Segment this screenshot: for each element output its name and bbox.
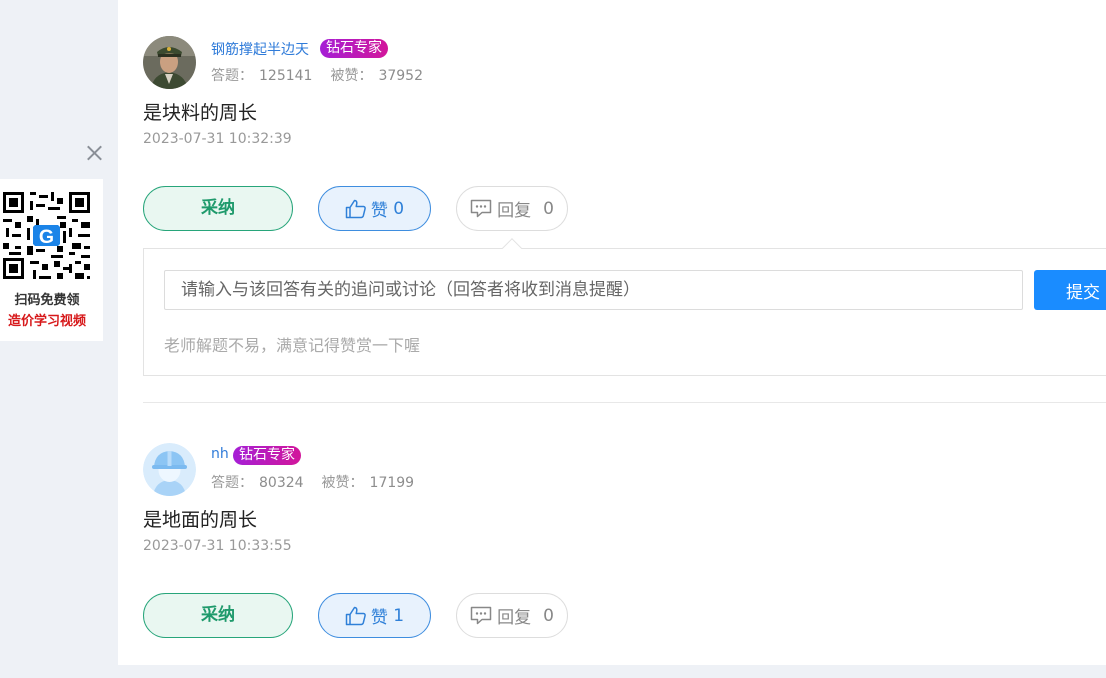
adopt-button[interactable]: 采纳	[143, 593, 293, 638]
answer-content: 是地面的周长	[143, 509, 258, 531]
qr-caption-line1: 扫码免费领	[14, 293, 80, 308]
like-count: 0	[393, 198, 405, 219]
like-button[interactable]: 赞 0	[318, 186, 431, 231]
user-name[interactable]: 钢筋撑起半边天	[211, 39, 309, 59]
reply-input[interactable]	[164, 270, 1023, 310]
reply-count: 0	[543, 198, 554, 219]
reply-button[interactable]: 回复 0	[456, 593, 568, 638]
qr-caption-line2: 造价学习视频	[7, 314, 86, 329]
like-count: 1	[393, 605, 405, 626]
avatar[interactable]	[143, 443, 196, 496]
user-stats: 答题： 125141 被赞： 37952	[211, 65, 441, 85]
divider	[143, 402, 1106, 403]
user-name[interactable]: nh	[211, 446, 229, 462]
thumbs-up-icon	[345, 606, 366, 625]
avatar[interactable]	[143, 36, 196, 89]
stat-answers-label: 答题：	[211, 68, 253, 84]
comment-icon	[470, 199, 492, 218]
expert-badge: 钻石专家	[233, 446, 301, 465]
reply-label: 回复	[497, 201, 532, 221]
reply-box: 提交 老师解题不易，满意记得赞赏一下喔	[143, 248, 1106, 376]
stat-likes-label: 被赞：	[330, 68, 373, 84]
like-button[interactable]: 赞 1	[318, 593, 431, 638]
stat-likes-value: 17199	[369, 475, 415, 491]
stat-answers-label: 答题：	[211, 475, 253, 491]
stat-answers-value: 125141	[259, 68, 313, 84]
reply-button[interactable]: 回复 0	[456, 186, 568, 231]
thumbs-up-icon	[345, 199, 366, 218]
submit-button[interactable]: 提交	[1034, 270, 1106, 310]
adopt-button[interactable]: 采纳	[143, 186, 293, 231]
qr-widget: G 扫码免费领 造价学习视频	[0, 179, 103, 341]
qr-close-icon[interactable]	[84, 143, 104, 163]
svg-text:G: G	[39, 226, 54, 248]
like-label: 赞	[370, 201, 388, 221]
expert-badge: 钻石专家	[320, 39, 388, 58]
answers-panel: 钢筋撑起半边天 钻石专家 答题： 125141 被赞： 37952 是块料的周长 20…	[118, 0, 1106, 665]
like-label: 赞	[370, 608, 388, 628]
reply-hint: 老师解题不易，满意记得赞赏一下喔	[164, 336, 421, 355]
stat-likes-label: 被赞：	[321, 475, 364, 491]
qr-code-image: G	[0, 189, 93, 282]
stat-answers-value: 80324	[259, 475, 304, 491]
answer-content: 是块料的周长	[143, 102, 258, 124]
answer-time: 2023-07-31 10:32:39	[143, 131, 292, 147]
comment-icon	[470, 606, 492, 625]
reply-count: 0	[543, 605, 554, 626]
user-stats: 答题： 80324 被赞： 17199	[211, 472, 432, 492]
stat-likes-value: 37952	[378, 68, 423, 84]
reply-label: 回复	[497, 608, 532, 628]
answer-time: 2023-07-31 10:33:55	[143, 538, 292, 554]
